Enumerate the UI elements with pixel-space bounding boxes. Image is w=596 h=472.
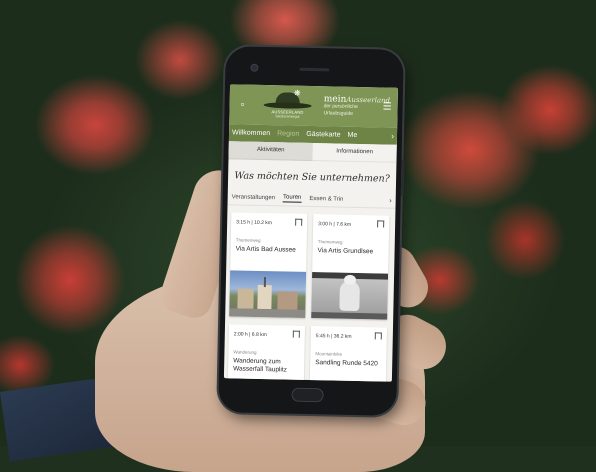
menu-icon[interactable]: ☰: [383, 101, 392, 112]
tour-card[interactable]: 2:00 h | 6.8 km Wanderung Wanderung zum …: [227, 324, 306, 382]
chevron-right-icon[interactable]: ›: [389, 197, 391, 204]
category-essen-trinken[interactable]: Essen & Trin: [309, 196, 343, 203]
chevron-right-icon[interactable]: ›: [391, 132, 394, 141]
home-button[interactable]: [291, 387, 324, 403]
tour-card[interactable]: 3:15 h | 10.2 km Themenweg Via Artis Bad…: [229, 212, 308, 318]
hat-logo-icon: ❋: [263, 88, 312, 109]
logo[interactable]: ❋ Ausseerland Salzkammergut: [263, 88, 312, 119]
nav-item-region[interactable]: Region: [277, 130, 299, 137]
segment-tabs: Aktivitäten Informationen: [228, 141, 397, 163]
category-veranstaltungen[interactable]: Veranstaltungen: [232, 194, 275, 201]
tour-card[interactable]: 5:45 h | 36.2 km Mountainbike Sandling R…: [309, 326, 387, 382]
card-category: Mountainbike: [315, 351, 343, 357]
tab-informationen[interactable]: Informationen: [312, 143, 397, 163]
chat-icon[interactable]: ▫: [236, 99, 250, 110]
brand-text: meinAusseerland der persönliche Urlaubsg…: [323, 94, 390, 118]
page-title: Was möchten Sie unternehmen?: [234, 170, 390, 185]
card-title: Sandling Runde 5420: [315, 359, 378, 368]
earpiece: [299, 67, 330, 71]
category-tabs: Veranstaltungen Touren Essen & Trin ›: [227, 190, 396, 209]
nav-item-more[interactable]: Me: [348, 132, 358, 139]
tour-card[interactable]: 3:00 h | 7.6 km Themenweg Via Artis Grun…: [311, 214, 390, 320]
card-category: Themenweg: [235, 237, 261, 243]
phone: ▫ ❋ Ausseerland Salzkammergut meinAussee…: [218, 46, 405, 416]
logo-subtitle: Salzkammergut: [275, 113, 300, 119]
card-title: Wanderung zum Wasserfall Tauplitz: [233, 357, 287, 374]
app-header: ▫ ❋ Ausseerland Salzkammergut meinAussee…: [229, 84, 399, 128]
category-touren[interactable]: Touren: [282, 194, 302, 203]
card-category: Themenweg: [317, 239, 343, 245]
sensor: [371, 68, 377, 72]
card-meta: 3:15 h | 10.2 km: [236, 219, 272, 227]
card-meta: 5:45 h | 36.2 km: [315, 333, 352, 340]
bookmark-icon[interactable]: [292, 330, 300, 338]
card-meta: 2:00 h | 6.8 km: [233, 331, 267, 339]
card-title: Via Artis Bad Aussee: [235, 245, 296, 254]
card-category: Wanderung: [233, 349, 257, 355]
card-meta: 3:00 h | 7.6 km: [318, 221, 352, 228]
nav-item-willkommen[interactable]: Willkommen: [232, 129, 270, 137]
card-title: Via Artis Grundlsee: [317, 247, 374, 256]
bookmark-icon[interactable]: [377, 220, 385, 228]
town-street-photo: [229, 270, 307, 318]
bookmark-icon[interactable]: [374, 332, 382, 340]
nav-item-gaestekarte[interactable]: Gästekarte: [306, 131, 340, 139]
front-camera: [251, 64, 258, 71]
tab-aktivitaeten[interactable]: Aktivitäten: [228, 141, 313, 162]
black-white-statue-photo: [311, 272, 389, 320]
tour-cards: 3:15 h | 10.2 km Themenweg Via Artis Bad…: [227, 212, 392, 382]
bookmark-icon[interactable]: [295, 218, 303, 226]
phone-top-bar: [251, 56, 377, 83]
brand-sub-2: Urlaubsguide: [323, 109, 354, 117]
app-screen: ▫ ❋ Ausseerland Salzkammergut meinAussee…: [223, 84, 399, 382]
